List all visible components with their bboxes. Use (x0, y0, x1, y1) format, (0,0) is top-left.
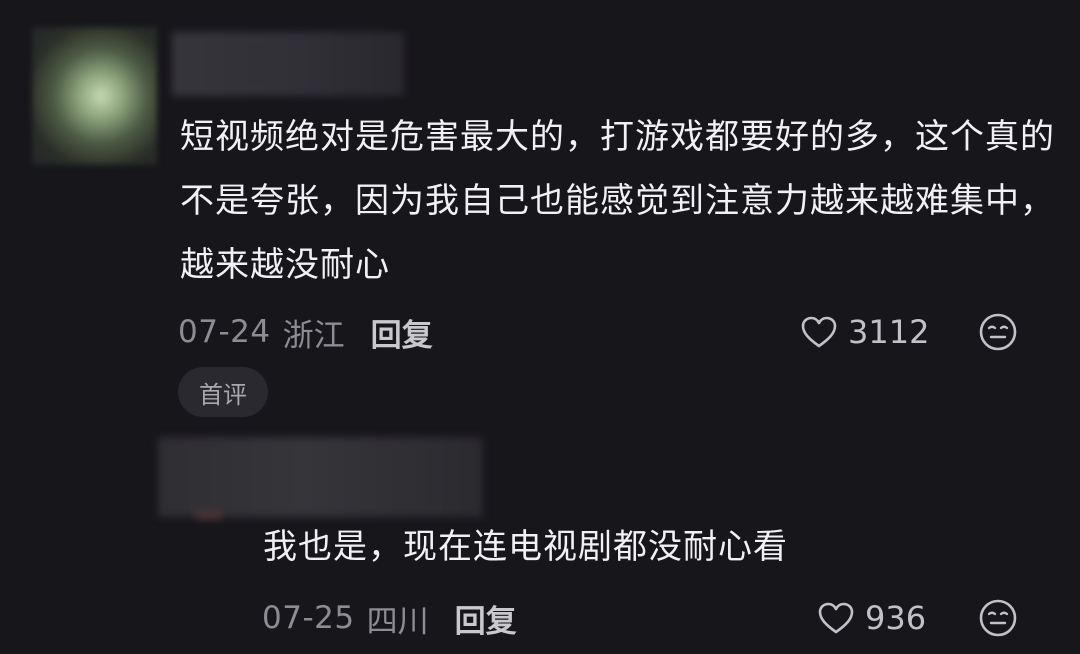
first-comment-badge: 首评 (178, 367, 268, 417)
reply-meta: 07-25 四川 回复 (262, 596, 517, 640)
comment-date: 07-24 (178, 314, 271, 350)
reply-button[interactable]: 回复 (455, 596, 517, 641)
like-count: 936 (865, 599, 927, 637)
reply-avatar[interactable] (196, 510, 222, 520)
username-redacted[interactable] (172, 32, 404, 96)
like-count: 3112 (848, 313, 930, 351)
reply-location: 四川 (366, 603, 429, 640)
heart-outline-icon (818, 602, 854, 634)
comment-meta: 07-24 浙江 回复 (178, 310, 433, 354)
like-button[interactable]: 936 (817, 596, 926, 640)
heart-outline-icon (801, 316, 837, 348)
emoji-face-icon[interactable] (978, 598, 1018, 638)
reply-text: 我也是，现在连电视剧都没耐心看 (263, 527, 788, 567)
like-button[interactable]: 3112 (800, 310, 929, 354)
comment-location: 浙江 (282, 317, 345, 354)
reply-username-redacted[interactable] (158, 437, 483, 517)
reply-date: 07-25 (262, 600, 355, 636)
avatar[interactable] (32, 27, 157, 165)
emoji-face-icon[interactable] (978, 312, 1018, 352)
comment-text: 短视频绝对是危害最大的，打游戏都要好的多，这个真的不是夸张，因为我自己也能感觉到… (180, 117, 1055, 285)
reply-button[interactable]: 回复 (371, 310, 433, 355)
